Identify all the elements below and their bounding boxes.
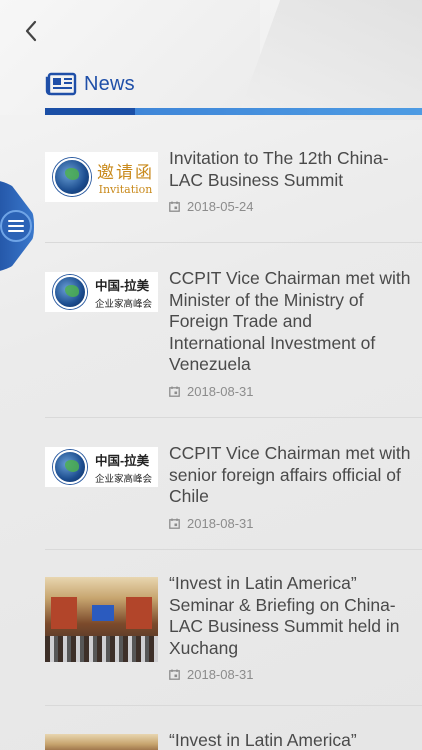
globe-logo-icon [53, 158, 91, 196]
summit-logo-text: 中国-拉美 企业家高峰会 [95, 450, 152, 485]
news-thumbnail: 中国-拉美 企业家高峰会 [45, 447, 158, 549]
globe-logo-icon [53, 450, 87, 484]
news-thumbnail [45, 734, 158, 750]
news-date-row: 2018-05-24 [169, 199, 412, 214]
logo-cn-line2: 企业家高峰会 [95, 298, 153, 310]
menu-icon [8, 220, 24, 233]
title-row: News [45, 72, 135, 96]
news-headline: CCPIT Vice Chairman met with senior fore… [169, 443, 411, 506]
news-item[interactable]: “Invest in Latin America” [45, 706, 422, 750]
calendar-icon [169, 386, 180, 397]
news-headline: Invitation to The 12th China-LAC Busines… [169, 148, 389, 190]
news-date-row: 2018-08-31 [169, 516, 412, 531]
seminar-photo [45, 577, 158, 662]
news-date: 2018-08-31 [187, 515, 254, 531]
news-item[interactable]: 邀请函 Invitation Invitation to The 12th Ch… [45, 115, 422, 243]
news-headline: CCPIT Vice Chairman met with Minister of… [169, 268, 411, 374]
title-underline [45, 108, 422, 115]
newspaper-icon [45, 72, 77, 96]
logo-cn-line1: 中国-拉美 [95, 278, 150, 293]
underline-primary [45, 108, 135, 115]
logo-cn-line2: 企业家高峰会 [95, 473, 153, 485]
side-menu-toggle[interactable] [0, 180, 34, 272]
calendar-icon [169, 518, 180, 529]
news-item[interactable]: 中国-拉美 企业家高峰会 CCPIT Vice Chairman met wit… [45, 418, 422, 550]
photo-stage-screen [92, 605, 114, 621]
photo-curtain-left [51, 597, 77, 629]
photo-curtain-right [126, 597, 152, 629]
news-date: 2018-05-24 [187, 199, 254, 214]
back-button[interactable] [18, 18, 44, 44]
page-title: News [84, 72, 135, 95]
news-date: 2018-08-31 [187, 667, 254, 682]
news-date-row: 2018-08-31 [169, 667, 412, 682]
news-screen: News 邀请函 Invitation Invitation to The 12… [0, 0, 422, 750]
summit-logo-thumbnail: 中国-拉美 企业家高峰会 [45, 272, 158, 312]
news-item[interactable]: 中国-拉美 企业家高峰会 CCPIT Vice Chairman met wit… [45, 243, 422, 418]
news-thumbnail: 中国-拉美 企业家高峰会 [45, 272, 158, 417]
summit-logo-thumbnail: 中国-拉美 企业家高峰会 [45, 447, 158, 487]
news-thumbnail [45, 577, 158, 705]
header: News [0, 0, 422, 115]
invitation-text: 邀请函 Invitation [97, 158, 154, 196]
news-date-row: 2018-08-31 [169, 384, 412, 399]
chevron-left-icon [25, 20, 37, 42]
news-headline: “Invest in Latin America” Seminar & Brie… [169, 573, 400, 658]
underline-secondary [135, 108, 422, 115]
news-text: CCPIT Vice Chairman met with Minister of… [169, 268, 412, 417]
news-item[interactable]: “Invest in Latin America” Seminar & Brie… [45, 550, 422, 706]
news-headline: “Invest in Latin America” [169, 730, 357, 750]
news-thumbnail: 邀请函 Invitation [45, 152, 158, 242]
news-text: Invitation to The 12th China-LAC Busines… [169, 148, 412, 242]
summit-logo-text: 中国-拉美 企业家高峰会 [95, 275, 152, 310]
calendar-icon [169, 669, 180, 680]
seminar-photo [45, 734, 158, 750]
globe-logo-icon [53, 275, 87, 309]
news-text: “Invest in Latin America” [169, 730, 412, 750]
invitation-cn: 邀请函 [97, 163, 154, 183]
calendar-icon [169, 201, 180, 212]
invitation-en: Invitation [98, 183, 153, 196]
invitation-thumbnail: 邀请函 Invitation [45, 152, 158, 202]
logo-cn-line1: 中国-拉美 [95, 453, 150, 468]
news-list: 邀请函 Invitation Invitation to The 12th Ch… [45, 115, 422, 750]
news-text: CCPIT Vice Chairman met with senior fore… [169, 443, 412, 549]
news-text: “Invest in Latin America” Seminar & Brie… [169, 573, 412, 705]
side-tab-circle [0, 210, 32, 242]
photo-audience [45, 636, 158, 662]
news-date: 2018-08-31 [187, 383, 254, 399]
